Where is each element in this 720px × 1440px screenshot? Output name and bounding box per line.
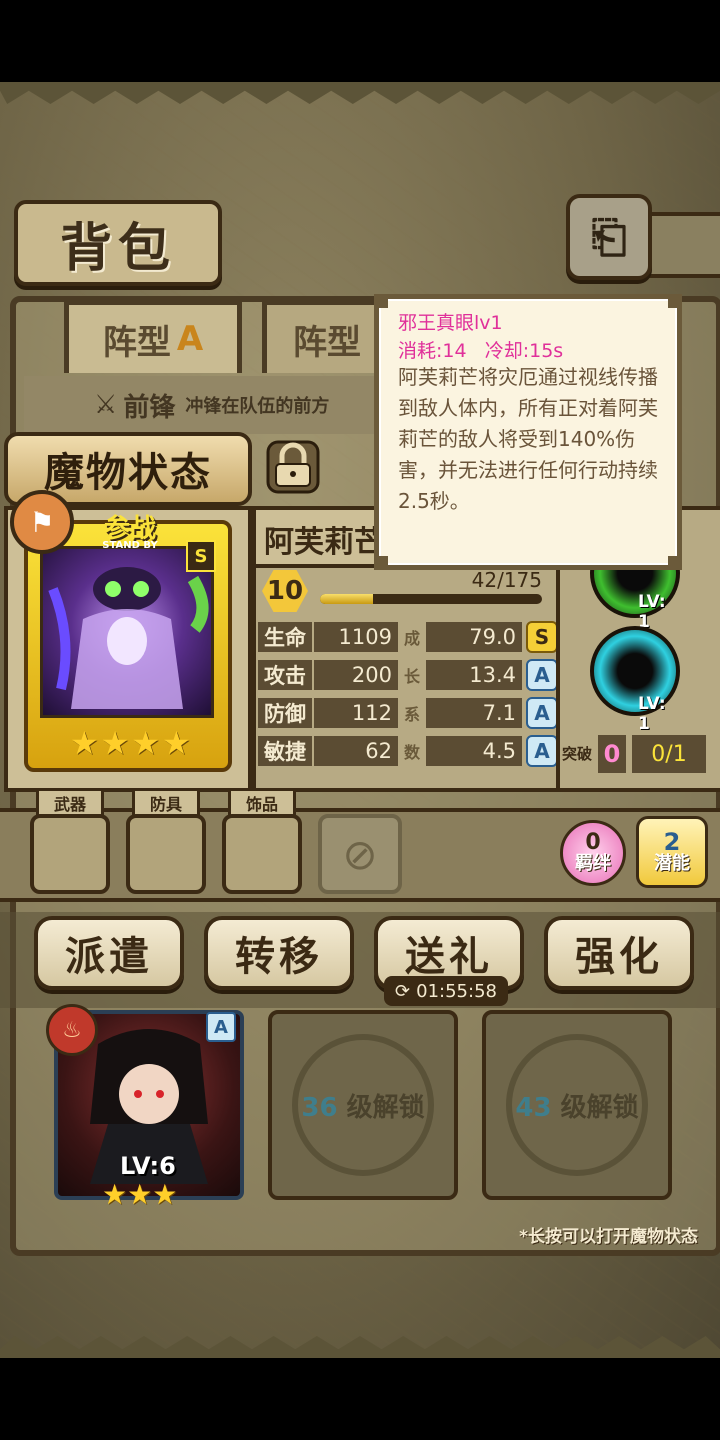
bond-label: 羁绊	[575, 853, 611, 874]
tab-label: 阵型	[293, 322, 361, 363]
unlock-level: 43	[515, 1092, 552, 1123]
refresh-icon: ⟳	[395, 980, 411, 1002]
skill-level: LV: 1	[638, 694, 666, 734]
back-arrow-icon: ⎗	[591, 211, 627, 263]
timer-text: 01:55:58	[416, 980, 497, 1002]
stat-row-attack: 攻击 200 长 13.4 A	[258, 659, 558, 691]
standby-badge: ⚑	[10, 490, 74, 554]
star-icon: ★	[131, 724, 161, 762]
growth-label-char: 数	[403, 743, 420, 762]
back-button[interactable]: ⎗	[566, 194, 652, 280]
growth-label-char: 系	[403, 705, 420, 724]
tooltip-corner	[668, 294, 682, 308]
tooltip-corner	[374, 294, 388, 308]
growth-label-char: 长	[403, 667, 420, 686]
lock-icon[interactable]	[262, 436, 324, 498]
stat-growth: 4.5	[426, 736, 522, 766]
exp-bar	[320, 594, 542, 604]
stat-growth: 79.0	[426, 622, 522, 652]
transfer-button[interactable]: 转移	[204, 916, 354, 990]
star-icon: ★	[162, 724, 191, 762]
sword-icon: ⚔	[94, 390, 118, 420]
locked-team-slot: 36 级解锁	[268, 1010, 458, 1200]
star-icon: ★	[127, 1178, 153, 1211]
skill-slot-2[interactable]: LV: 1	[590, 626, 680, 734]
breakthrough-label: 突破	[562, 745, 593, 763]
armor-slot[interactable]	[126, 814, 206, 894]
stat-name: 生命	[258, 622, 312, 652]
stat-growth: 7.1	[426, 698, 522, 728]
stat-row-agility: 敏捷 62 数 4.5 A	[258, 735, 558, 767]
tooltip-title: 邪王真眼lv1	[398, 312, 503, 334]
team-member-grade: A	[206, 1012, 236, 1042]
star-icon: ★	[102, 1178, 128, 1211]
monster-silhouette	[48, 567, 209, 709]
potential-button[interactable]: 2 潜能	[636, 816, 708, 888]
stat-value: 112	[314, 698, 398, 728]
exp-text: 42/175	[471, 568, 542, 592]
exp-bar-fill	[320, 594, 374, 604]
tooltip-corner	[668, 556, 682, 570]
tooltip-corner	[374, 556, 388, 570]
unlock-requirement: 36 级解锁	[301, 1087, 424, 1124]
long-press-hint: *长按可以打开魔物状态	[519, 1227, 698, 1247]
standby-sub: STAND BY	[102, 540, 158, 551]
fire-element-icon: ♨	[46, 1004, 98, 1056]
locked-team-slot: 43 级解锁	[482, 1010, 672, 1200]
unlock-requirement: 43 级解锁	[515, 1087, 638, 1124]
monster-stars: ★ ★ ★ ★	[70, 724, 191, 762]
stat-value: 62	[314, 736, 398, 766]
bond-count: 0	[585, 830, 601, 855]
growth-label-char: 成	[403, 629, 420, 648]
stat-name: 防御	[258, 698, 312, 728]
tab-formation-b[interactable]: 阵型	[262, 300, 392, 373]
back-button-rail	[640, 212, 720, 278]
team-member-level: LV:6	[120, 1152, 176, 1180]
stat-name: 敏捷	[258, 736, 312, 766]
front-row-desc: 冲锋在队伍的前方	[185, 396, 330, 417]
gift-timer: ⟳ 01:55:58	[384, 976, 508, 1006]
stat-row-hp: 生命 1109 成 79.0 S	[258, 621, 558, 653]
stat-grade: A	[526, 697, 558, 729]
potential-label: 潜能	[654, 853, 690, 874]
dispatch-button[interactable]: 派遣	[34, 916, 184, 990]
stat-growth: 13.4	[426, 660, 522, 690]
tooltip-cooldown: 冷却:15s	[484, 340, 564, 362]
star-icon: ★	[100, 724, 130, 762]
tooltip-cost-line: 消耗:14 冷却:15s	[398, 336, 563, 363]
breakthrough-ratio: 0/1	[632, 735, 706, 773]
flag-icon: ⚑	[29, 505, 55, 539]
breakthrough-count: 0	[598, 735, 626, 773]
screen-title: 背包	[14, 200, 222, 286]
unlock-text: 级解锁	[560, 1092, 639, 1123]
accessory-slot[interactable]	[222, 814, 302, 894]
star-icon: ★	[70, 724, 99, 762]
stat-value: 200	[314, 660, 398, 690]
unlock-level: 36	[301, 1092, 338, 1123]
tab-formation-a[interactable]: 阵型 A	[64, 300, 242, 373]
tooltip-description: 阿芙莉芒将灾厄通过视线传播到敌人体内，所有正对着阿芙莉芒的敌人将受到140%伤害…	[398, 365, 658, 513]
stat-grade: A	[526, 735, 558, 767]
tab-letter: A	[176, 319, 204, 359]
stat-name: 攻击	[258, 660, 312, 690]
breakthrough: 突破 0 0/1	[562, 732, 712, 776]
locked-equip-slot: ⊘	[318, 814, 402, 894]
tab-label: 阵型	[102, 322, 171, 363]
front-row-label: 前锋	[123, 392, 176, 423]
weapon-slot[interactable]	[30, 814, 110, 894]
bond-button[interactable]: 0 羁绊	[560, 820, 626, 886]
stat-value: 1109	[314, 622, 398, 652]
tooltip-cost: 消耗:14	[398, 340, 467, 362]
stat-grade: A	[526, 659, 558, 691]
potential-count: 2	[663, 828, 681, 856]
enhance-button[interactable]: 强化	[544, 916, 694, 990]
unlock-text: 级解锁	[346, 1092, 425, 1123]
stat-grade: S	[526, 621, 558, 653]
monster-grade: S	[186, 540, 216, 572]
stat-row-defense: 防御 112 系 7.1 A	[258, 697, 558, 729]
prohibited-icon: ⊘	[342, 829, 378, 879]
team-member-stars: ★ ★ ★	[102, 1178, 177, 1211]
star-icon: ★	[152, 1178, 178, 1211]
